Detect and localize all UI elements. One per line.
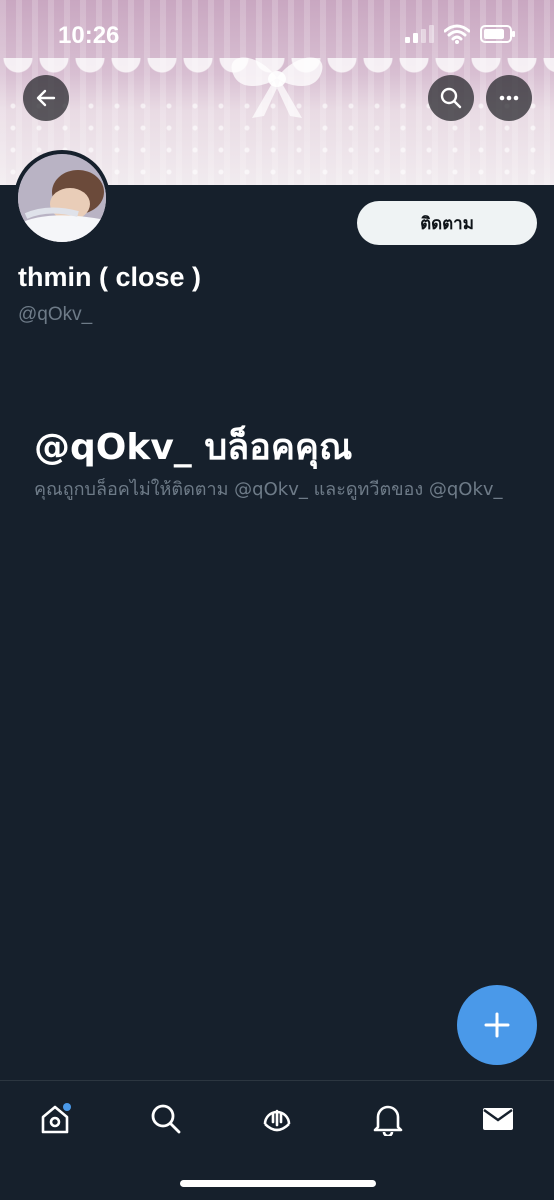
signal-icon bbox=[405, 25, 434, 43]
blocked-title: @qOkv_ บล็อคคุณ bbox=[34, 427, 353, 468]
profile-screen: 10:26 ติดตาม thmin (close) @qOkv_ @qOk… bbox=[0, 0, 554, 1200]
nav-notifications[interactable] bbox=[368, 1099, 408, 1139]
spaces-icon bbox=[263, 1109, 291, 1132]
plus-icon bbox=[484, 1012, 510, 1038]
battery-icon bbox=[480, 25, 515, 43]
more-horizontal-icon bbox=[499, 95, 519, 101]
arrow-left-icon bbox=[36, 89, 56, 107]
search-icon bbox=[440, 87, 462, 109]
compose-tweet-button[interactable] bbox=[457, 985, 537, 1065]
bell-icon bbox=[373, 1105, 403, 1136]
follow-button[interactable]: ติดตาม bbox=[357, 201, 537, 245]
status-bar: 10:26 bbox=[0, 0, 554, 72]
avatar-image bbox=[18, 154, 106, 242]
home-icon bbox=[41, 1103, 71, 1134]
avatar[interactable] bbox=[14, 150, 110, 246]
blocked-description: คุณถูกบล็อคไม่ให้ติดตาม @qOkv_ และดูทวีต… bbox=[34, 479, 503, 500]
profile-handle: @qOkv_ bbox=[18, 304, 93, 325]
display-name: thmin ( close ) bbox=[18, 262, 202, 292]
nav-messages[interactable] bbox=[478, 1099, 518, 1139]
home-indicator bbox=[180, 1180, 376, 1187]
search-button[interactable] bbox=[428, 75, 474, 121]
more-options-button[interactable] bbox=[486, 75, 532, 121]
nav-spaces[interactable] bbox=[257, 1099, 297, 1139]
status-icons bbox=[404, 24, 516, 44]
back-button[interactable] bbox=[23, 75, 69, 121]
nav-home[interactable] bbox=[35, 1099, 75, 1139]
mail-icon bbox=[483, 1108, 513, 1130]
status-time: 10:26 bbox=[58, 22, 120, 49]
search-icon bbox=[151, 1104, 181, 1134]
nav-search[interactable] bbox=[146, 1099, 186, 1139]
avatar-photo bbox=[18, 154, 106, 242]
wifi-icon bbox=[444, 24, 470, 44]
